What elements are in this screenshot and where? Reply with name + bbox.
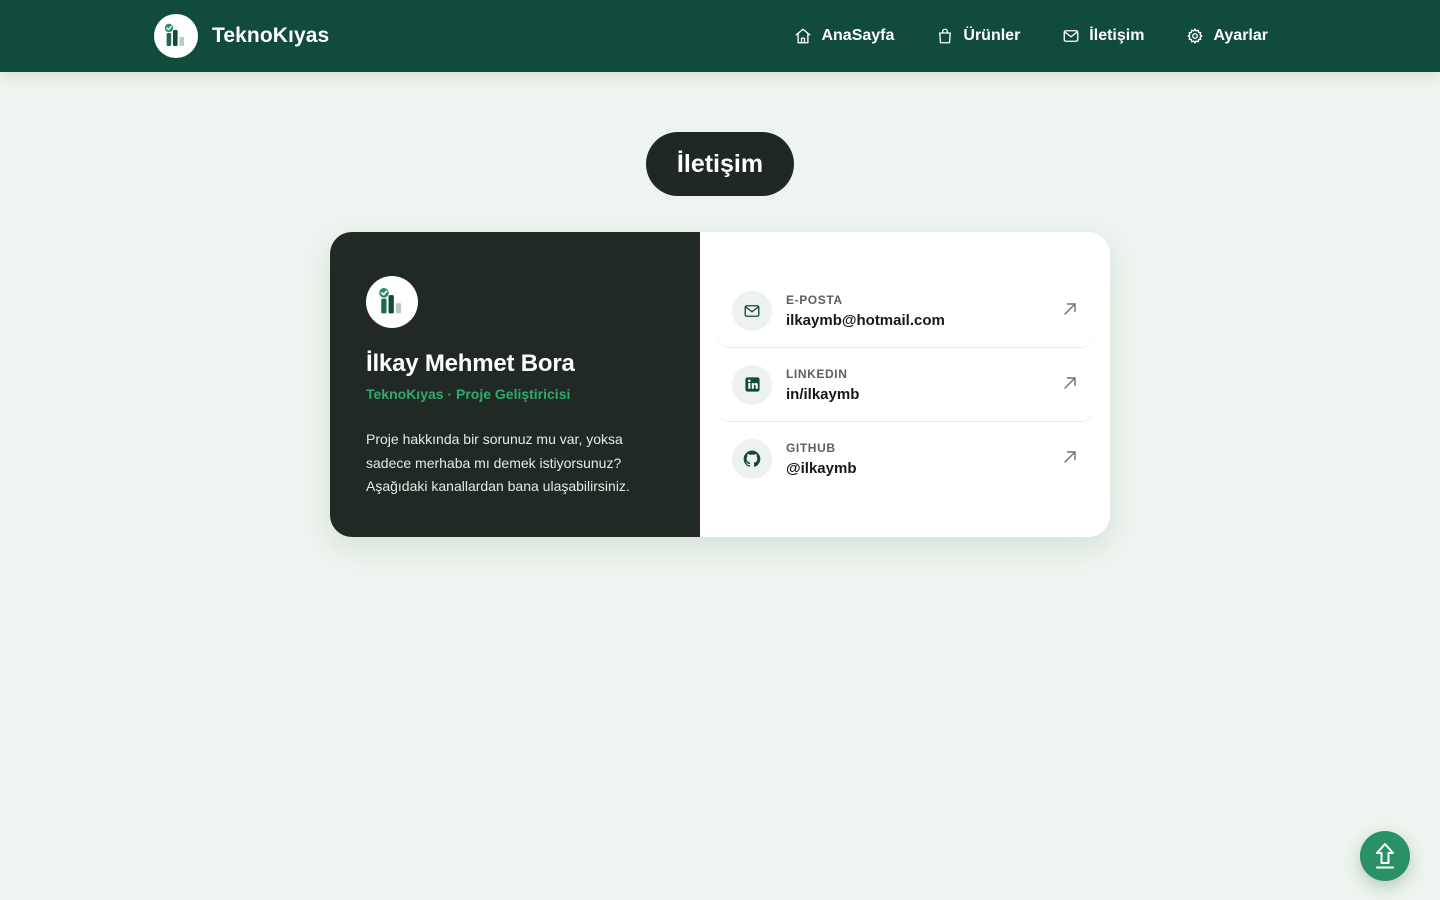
external-link-arrow-icon [1064, 303, 1076, 315]
profile-logo-icon [366, 276, 418, 328]
scroll-to-top-button[interactable] [1360, 831, 1410, 881]
contact-text: GITHUB @ilkaymb [786, 441, 857, 477]
linkedin-icon [732, 364, 772, 405]
contact-card: İlkay Mehmet Bora TeknoKıyas · Proje Gel… [330, 232, 1110, 537]
brand-logo-icon [154, 14, 198, 58]
profile-panel: İlkay Mehmet Bora TeknoKıyas · Proje Gel… [330, 232, 700, 537]
contact-value: ilkaymb@hotmail.com [786, 311, 945, 329]
arrow-up-icon [1376, 843, 1394, 869]
contact-item-email[interactable]: E-POSTA ilkaymb@hotmail.com [716, 274, 1094, 348]
external-link-arrow-icon [1064, 451, 1076, 463]
contact-value: @ilkaymb [786, 460, 857, 477]
main-nav: AnaSayfa Ürünler İletişim Ayarlar [794, 0, 1268, 72]
github-icon [732, 439, 772, 479]
nav-item-settings[interactable]: Ayarlar [1186, 27, 1268, 45]
contact-label: E-POSTA [786, 292, 843, 307]
nav-item-label: İletişim [1089, 27, 1145, 44]
page-title: İletişim [646, 132, 794, 196]
brand[interactable]: TeknoKıyas [154, 14, 329, 58]
shopping-bag-icon [939, 28, 952, 44]
nav-item-label: AnaSayfa [821, 27, 895, 44]
top-navbar: TeknoKıyas AnaSayfa Ürünler İletişim Aya… [0, 0, 1440, 72]
profile-role: TeknoKıyas · Proje Geliştiricisi [366, 386, 571, 402]
contact-text: LINKEDIN in/ilkaymb [786, 367, 859, 403]
contact-list: E-POSTA ilkaymb@hotmail.com LINKEDIN in/… [700, 232, 1110, 537]
contact-value: in/ilkaymb [786, 385, 860, 403]
nav-item-home[interactable]: AnaSayfa [794, 27, 894, 45]
home-icon [796, 28, 811, 44]
mail-icon [732, 290, 772, 331]
contact-item-linkedin[interactable]: LINKEDIN in/ilkaymb [716, 348, 1094, 422]
brand-name: TeknoKıyas [212, 24, 330, 47]
contact-label: GITHUB [786, 441, 836, 455]
profile-description: Proje hakkında bir sorunuz mu var, yoksa… [366, 431, 630, 494]
nav-item-label: Ürünler [963, 27, 1021, 44]
nav-item-products[interactable]: Ürünler [936, 27, 1020, 45]
gear-icon [1187, 28, 1204, 44]
nav-item-label: Ayarlar [1213, 27, 1268, 44]
profile-name: İlkay Mehmet Bora [366, 350, 575, 377]
nav-item-contact[interactable]: İletişim [1062, 27, 1144, 45]
external-link-arrow-icon [1064, 377, 1076, 389]
mail-icon [1063, 30, 1079, 42]
contact-item-github[interactable]: GITHUB @ilkaymb [716, 422, 1094, 496]
contact-text: E-POSTA ilkaymb@hotmail.com [786, 293, 945, 329]
contact-label: LINKEDIN [786, 366, 848, 381]
